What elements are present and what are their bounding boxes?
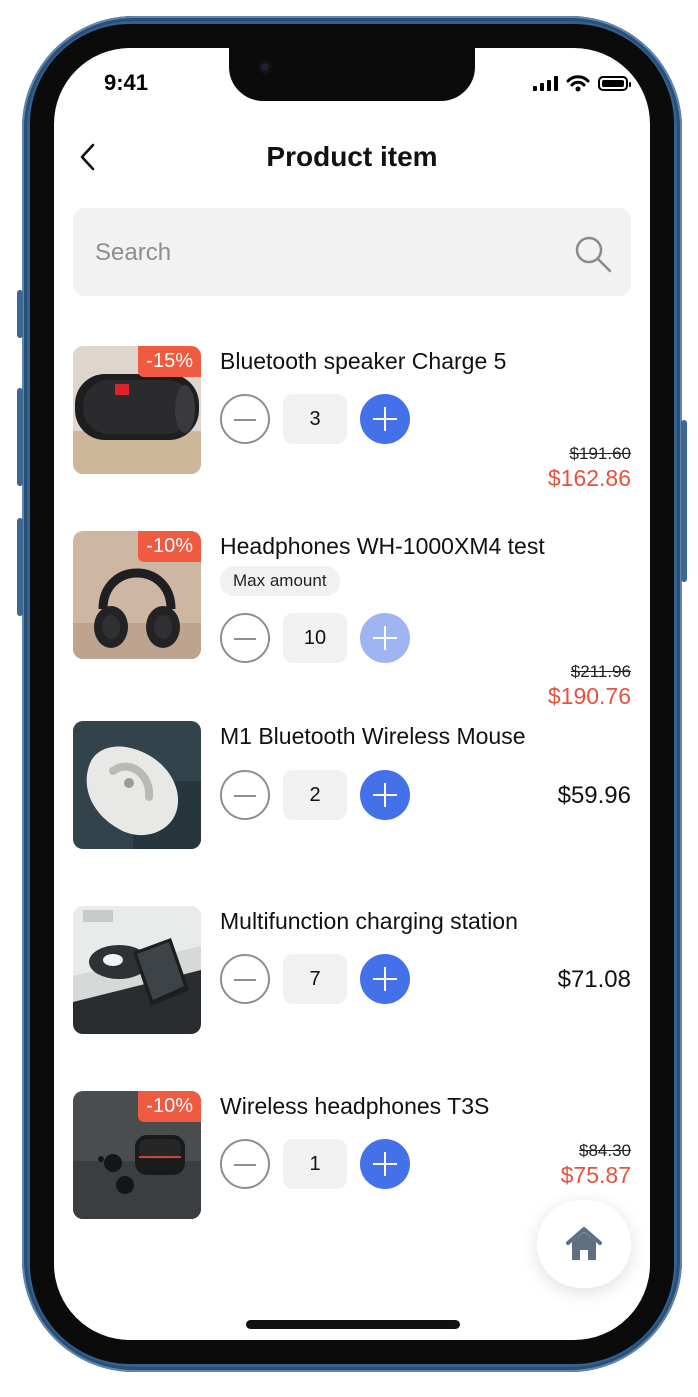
product-name: Wireless headphones T3S — [220, 1093, 490, 1119]
search-input[interactable] — [93, 232, 547, 274]
page-title: Product item — [266, 141, 438, 172]
original-price: $191.60 — [569, 444, 631, 463]
quantity-value[interactable]: 3 — [283, 394, 347, 444]
sale-price: $162.86 — [547, 465, 631, 491]
original-price: $84.30 — [579, 1141, 631, 1160]
discount-badge: -10% — [138, 1091, 201, 1122]
product-image: -10% — [73, 1091, 201, 1219]
quantity-value[interactable]: 2 — [283, 770, 347, 820]
status-time: 9:41 — [104, 70, 149, 95]
decrease-quantity-button[interactable] — [220, 1139, 270, 1189]
sale-price: $190.76 — [547, 683, 631, 709]
increase-quantity-button[interactable] — [360, 954, 410, 1004]
quantity-value[interactable]: 10 — [283, 613, 347, 663]
home-indicator[interactable] — [246, 1320, 460, 1329]
decrease-quantity-button[interactable] — [220, 954, 270, 1004]
quantity-value[interactable]: 1 — [283, 1139, 347, 1189]
sale-price: $75.87 — [560, 1162, 631, 1188]
product-name: Multifunction charging station — [220, 908, 518, 934]
search-bar[interactable] — [73, 208, 631, 296]
home-icon — [566, 1227, 602, 1260]
increase-quantity-button[interactable] — [360, 770, 410, 820]
power-button — [681, 420, 687, 582]
product-image: -15% — [73, 346, 201, 474]
product-price: $71.08 — [557, 966, 631, 993]
increase-quantity-button[interactable] — [360, 394, 410, 444]
front-camera — [258, 60, 272, 74]
product-name: M1 Bluetooth Wireless Mouse — [220, 723, 526, 749]
home-button[interactable] — [537, 1200, 631, 1288]
decrease-quantity-button[interactable] — [220, 613, 270, 663]
decrease-quantity-button[interactable] — [220, 394, 270, 444]
product-image — [73, 906, 201, 1034]
discount-badge: -10% — [138, 531, 201, 562]
product-name: Bluetooth speaker Charge 5 — [220, 348, 507, 374]
quantity-value[interactable]: 7 — [283, 954, 347, 1004]
notch — [229, 48, 475, 101]
product-image: -10% — [73, 531, 201, 659]
product-image — [73, 721, 201, 849]
increase-quantity-button[interactable] — [360, 613, 410, 663]
screen: 9:41 Product item Search -15% Bluetooth … — [54, 48, 650, 1340]
decrease-quantity-button[interactable] — [220, 770, 270, 820]
status-icons — [533, 74, 631, 92]
max-amount-badge: Max amount — [220, 566, 340, 596]
original-price: $211.96 — [570, 662, 631, 681]
product-name: Headphones WH-1000XM4 test — [220, 533, 545, 559]
volume-down-button — [17, 518, 23, 616]
increase-quantity-button[interactable] — [360, 1139, 410, 1189]
volume-up-button — [17, 388, 23, 486]
wifi-icon — [566, 75, 590, 92]
mute-switch — [17, 290, 23, 338]
discount-badge: -15% — [138, 346, 201, 377]
product-price: $59.96 — [557, 782, 631, 809]
search-icon[interactable] — [573, 234, 613, 274]
battery-icon — [598, 75, 631, 91]
cellular-signal-icon — [533, 75, 558, 91]
